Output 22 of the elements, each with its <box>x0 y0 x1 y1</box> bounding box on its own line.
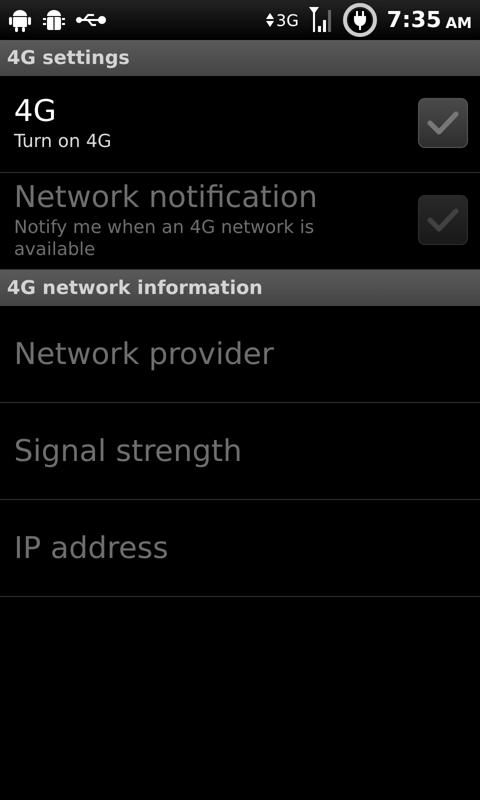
clock-time: 7:35 <box>386 8 442 32</box>
section-header: 4G settings <box>0 40 480 76</box>
network-type: 3G <box>276 10 299 30</box>
setting-summary: Notify me when an 4G network is available <box>14 216 316 260</box>
bug-icon <box>42 7 66 33</box>
setting-title: Network notification <box>14 180 319 215</box>
clock-period: AM <box>445 12 472 32</box>
data-arrows-icon <box>266 12 274 28</box>
usb-icon <box>76 12 106 28</box>
setting-summary: Turn on 4G <box>14 130 112 152</box>
setting-title: 4G <box>14 94 58 129</box>
section-header: 4G network information <box>0 270 480 306</box>
check-icon <box>426 206 460 234</box>
info-title: IP address <box>14 530 170 566</box>
signal-icon <box>308 6 333 34</box>
android-icon <box>8 7 32 33</box>
setting-row[interactable]: 4G Turn on 4G <box>0 76 480 173</box>
charging-icon <box>342 3 377 37</box>
check-icon <box>426 109 460 137</box>
info-title: Signal strength <box>14 434 244 468</box>
info-title: Network provider <box>14 336 275 372</box>
checkbox[interactable] <box>418 98 468 148</box>
